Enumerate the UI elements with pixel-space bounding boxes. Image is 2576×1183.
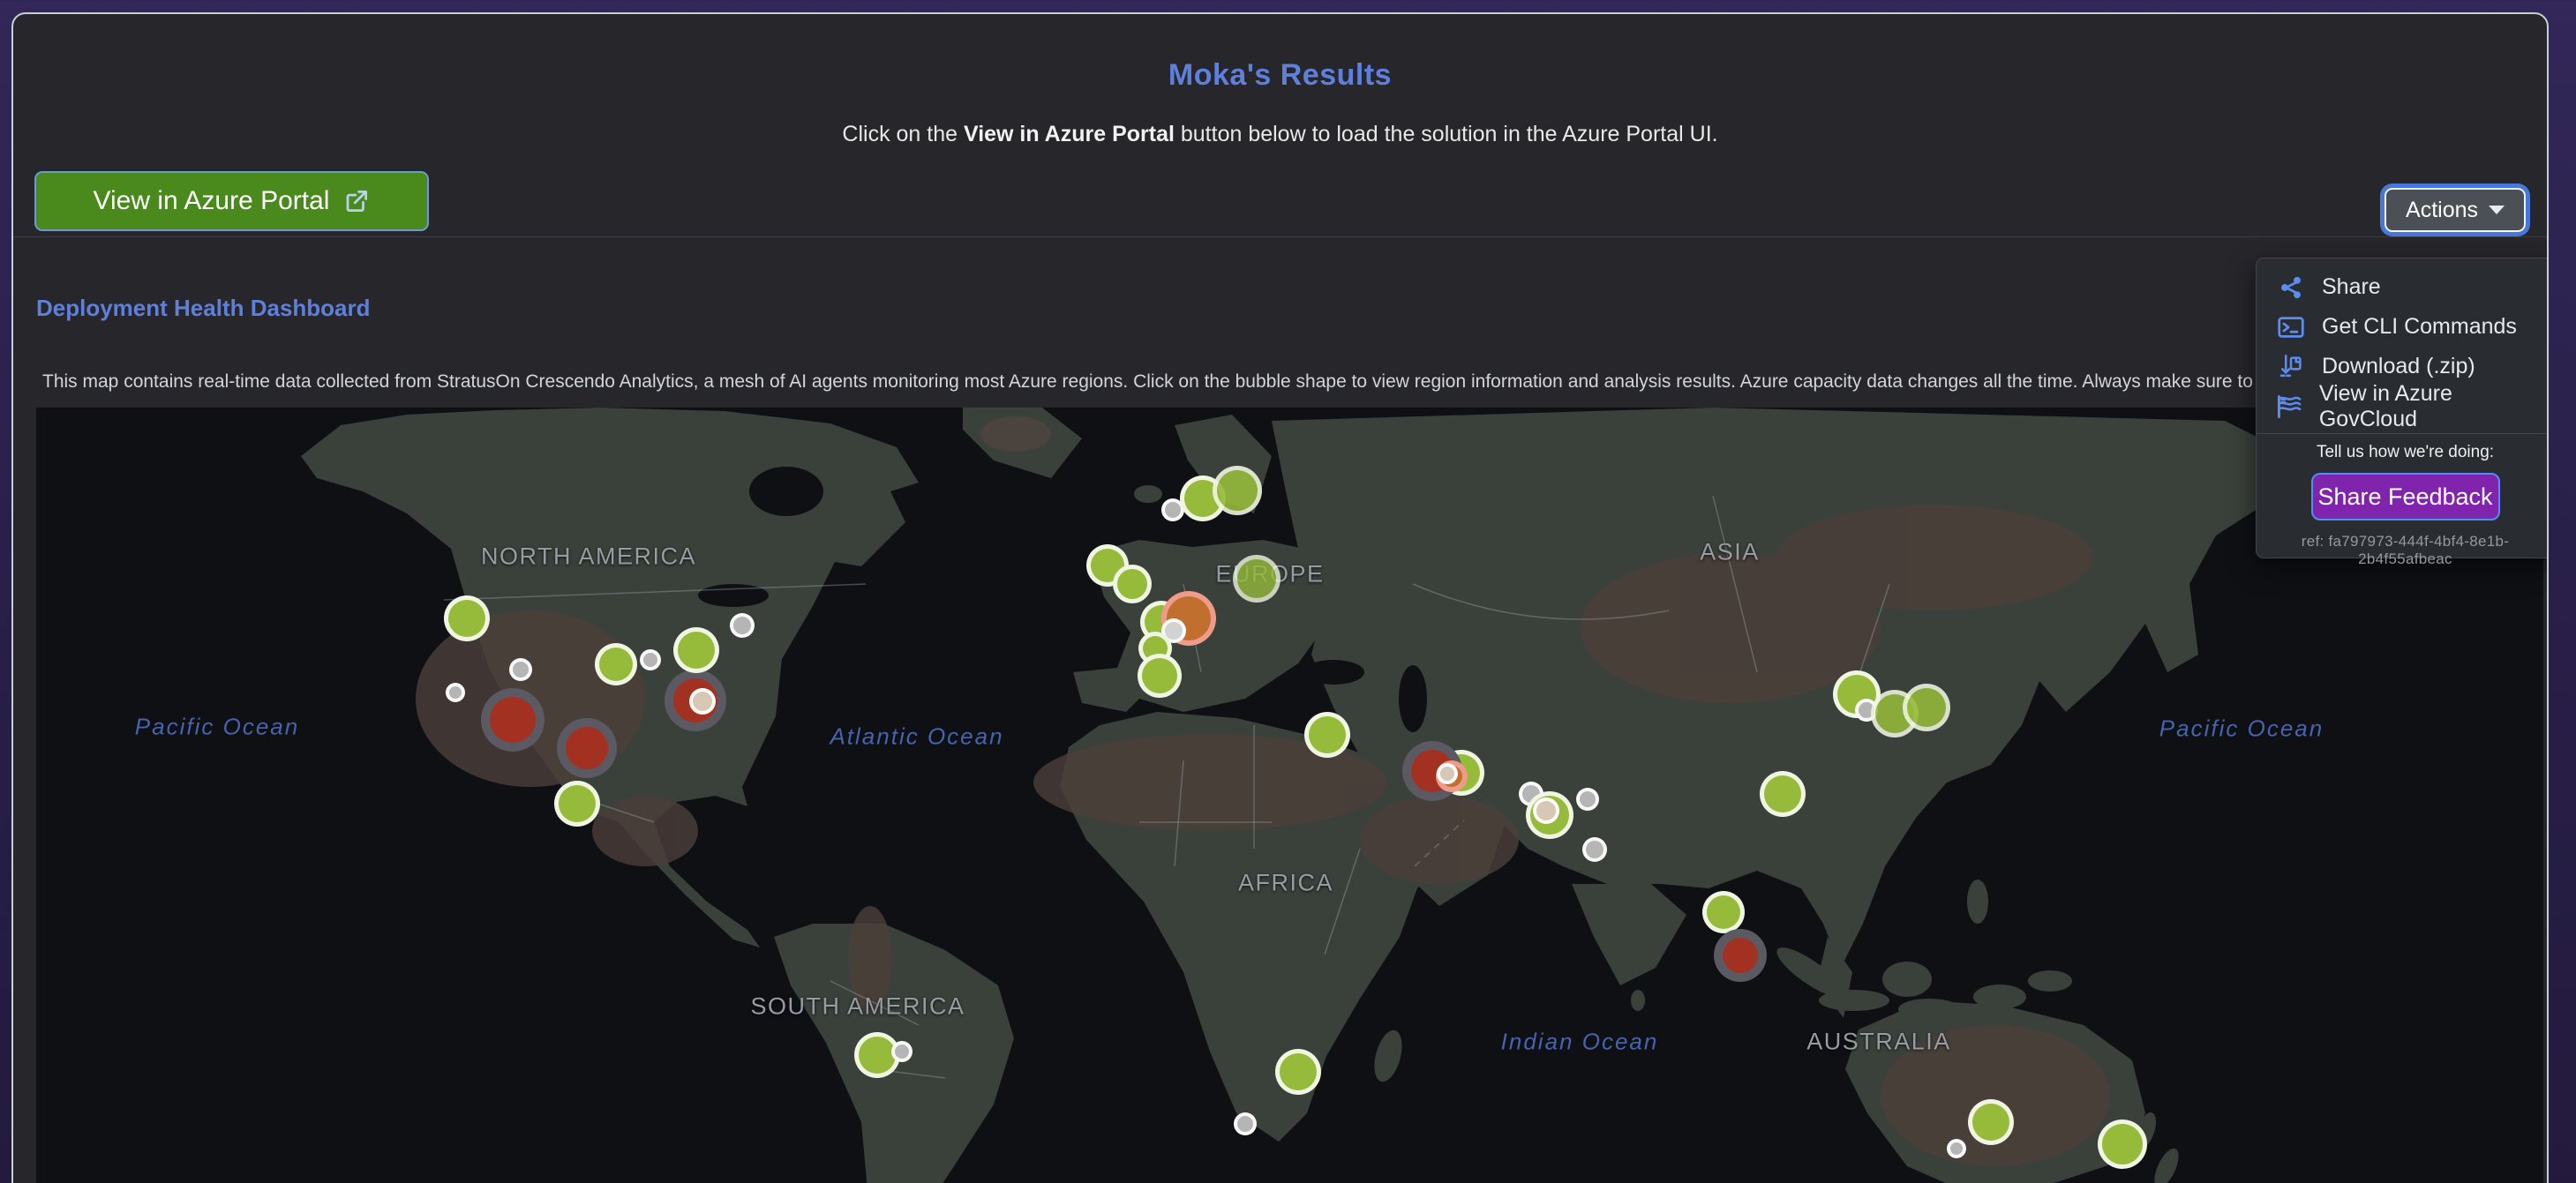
menu-item-share[interactable]: Share [2257,267,2549,307]
flag-icon [2276,394,2303,419]
continent-label: ASIA [1700,539,1760,566]
actions-label: Actions [2406,198,2478,223]
download-zip-icon [2276,354,2306,380]
feedback-prompt: Tell us how we're doing: [2257,443,2549,462]
external-link-icon [343,188,370,214]
ocean-label: Pacific Ocean [2159,715,2324,743]
terminal-icon [2276,315,2306,340]
region-bubble[interactable] [673,627,719,673]
region-bubble[interactable] [2098,1119,2147,1169]
reference-id: ref: fa797973-444f-4bf4-8e1b-2b4f55afbea… [2257,533,2549,568]
region-bubble[interactable] [1582,837,1607,862]
continent-label: AFRICA [1238,870,1333,897]
section-divider [13,236,2547,237]
region-bubble[interactable] [554,781,600,827]
region-bubble[interactable] [1576,788,1599,811]
region-bubble[interactable] [1533,797,1559,824]
subtitle-text: Click on the [842,122,964,146]
region-bubble[interactable] [1233,555,1280,603]
menu-item-label: View in Azure GovCloud [2319,381,2535,432]
region-bubble[interactable] [509,658,532,681]
ocean-label: Indian Ocean [1501,1029,1659,1056]
region-bubble[interactable] [730,613,755,638]
menu-item-view-in-azure-govcloud[interactable]: View in Azure GovCloud [2257,386,2549,426]
menu-item-label: Share [2322,274,2381,300]
continent-label: NORTH AMERICA [481,543,696,571]
menu-divider [2257,433,2549,434]
page-subtitle: Click on the View in Azure Portal button… [13,122,2547,147]
share-icon [2276,275,2306,300]
actions-dropdown-menu: Share Get CLI Commands [2256,258,2549,558]
region-bubble[interactable] [1113,565,1152,603]
page-title: Moka's Results [13,58,2547,93]
region-bubble[interactable] [446,683,465,702]
menu-item-label: Get CLI Commands [2322,314,2517,340]
view-in-azure-portal-button[interactable]: View in Azure Portal [34,171,429,231]
continent-label: SOUTH AMERICA [750,993,965,1021]
world-map: NORTH AMERICAEUROPEASIAAFRICASOUTH AMERI… [36,408,2543,1183]
menu-item-get-cli-commands[interactable]: Get CLI Commands [2257,307,2549,347]
share-feedback-button[interactable]: Share Feedback [2311,473,2500,520]
region-bubble[interactable] [1760,771,1806,817]
region-bubble[interactable] [891,1041,912,1062]
region-bubble[interactable] [595,643,637,685]
view-button-label: View in Azure Portal [94,186,330,216]
dashboard-heading: Deployment Health Dashboard [36,295,371,322]
description-text: This map contains real-time data collect… [42,371,2357,393]
ocean-label: Atlantic Ocean [830,723,1003,751]
region-bubble[interactable] [1138,654,1182,698]
results-panel: Moka's Results Click on the View in Azur… [11,12,2549,1183]
subtitle-text-2: button below to load the solution in the… [1175,122,1718,146]
region-bubble[interactable] [689,688,716,715]
subtitle-bold: View in Azure Portal [964,122,1175,146]
actions-dropdown-button[interactable]: Actions [2384,188,2526,232]
region-bubble[interactable] [481,688,544,752]
region-bubble[interactable] [444,595,490,641]
region-bubble[interactable] [1968,1099,2014,1145]
region-bubble[interactable] [557,718,617,778]
region-bubble[interactable] [1903,684,1950,731]
region-bubble[interactable] [1437,763,1458,784]
region-bubble[interactable] [1714,929,1767,982]
region-bubble[interactable] [1234,1112,1257,1135]
region-bubble[interactable] [1947,1139,1966,1158]
region-bubble[interactable] [1304,712,1350,758]
menu-item-label: Download (.zip) [2322,354,2475,379]
region-bubble[interactable] [1702,891,1745,933]
continent-label: AUSTRALIA [1806,1029,1951,1056]
region-bubble[interactable] [640,649,661,670]
chevron-down-icon [2489,206,2505,214]
dashboard-description: This map contains real-time data collect… [42,367,2538,397]
region-bubble[interactable] [1275,1049,1321,1095]
ocean-label: Pacific Ocean [135,714,299,741]
region-bubble[interactable] [1213,466,1262,515]
